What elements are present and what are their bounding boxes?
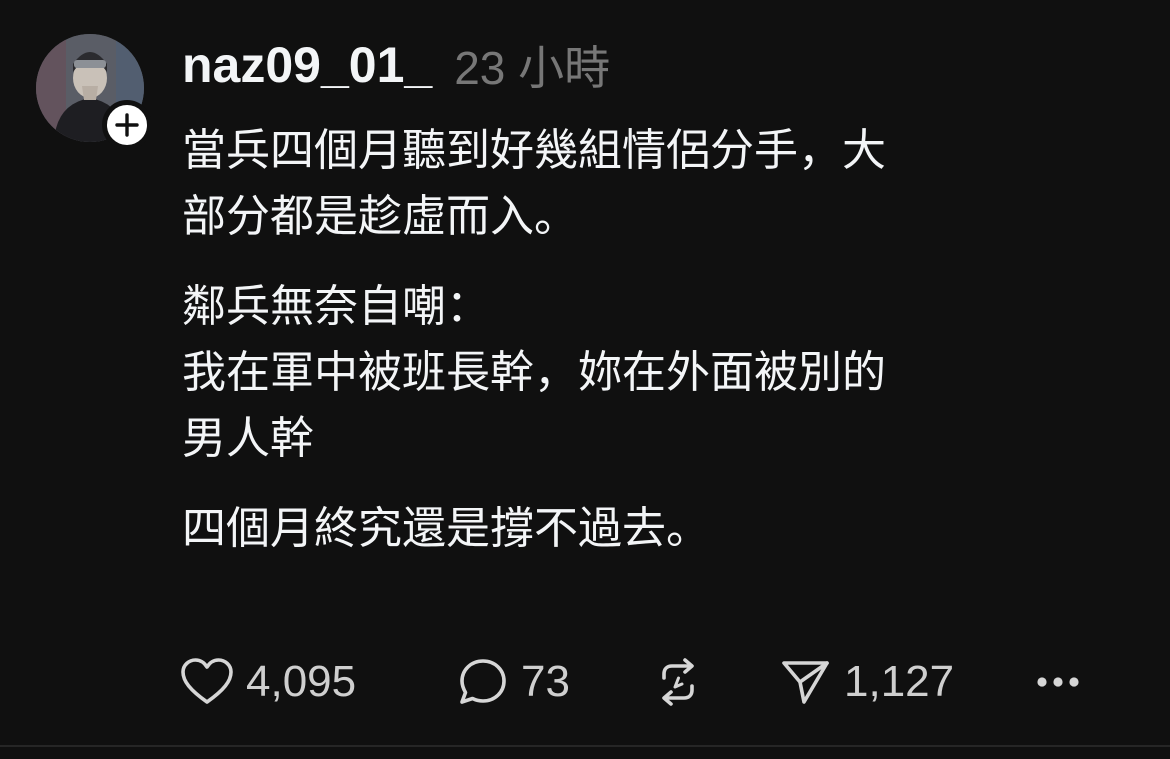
comment-icon: [460, 659, 506, 704]
follow-button[interactable]: [102, 100, 152, 150]
avatar-container[interactable]: [36, 34, 152, 150]
more-icon: [1037, 677, 1079, 687]
post-text-line: 男人幹: [182, 413, 314, 464]
post-timestamp: 23 小時: [454, 42, 611, 94]
username-link[interactable]: naz09_01_: [182, 36, 432, 94]
more-options-button[interactable]: [1035, 652, 1081, 712]
share-icon: [782, 661, 829, 704]
post-text-line: 部分都是趁虛而入。: [182, 191, 578, 242]
post-text-line: 四個月終究還是撐不過去。: [182, 503, 710, 554]
plus-icon: [115, 113, 139, 137]
post-paragraph: 當兵四個月聽到好幾組情侶分手，大 部分都是趁虛而入。: [182, 118, 1142, 250]
comment-button[interactable]: 73: [457, 652, 570, 712]
share-button[interactable]: 1,127: [780, 652, 954, 712]
post-paragraph: 四個月終究還是撐不過去。: [182, 496, 1142, 562]
post-text-line: 鄰兵無奈自嘲：: [182, 281, 490, 332]
like-button[interactable]: 4,095: [180, 652, 356, 712]
post-body: 當兵四個月聽到好幾組情侶分手，大 部分都是趁虛而入。 鄰兵無奈自嘲： 我在軍中被…: [182, 118, 1142, 562]
post-text-line: 我在軍中被班長幹，妳在外面被別的: [182, 347, 886, 398]
repost-button[interactable]: [652, 652, 704, 712]
thread-post: naz09_01_ 23 小時 當兵四個月聽到好幾組情侶分手，大 部分都是趁虛而…: [0, 0, 1170, 759]
post-divider: [0, 745, 1170, 747]
post-text-line: 當兵四個月聽到好幾組情侶分手，大: [182, 125, 886, 176]
action-bar: 4,095 73 1,127: [180, 652, 1100, 712]
post-paragraph: 鄰兵無奈自嘲： 我在軍中被班長幹，妳在外面被別的 男人幹: [182, 274, 1142, 472]
post-header: naz09_01_ 23 小時: [182, 30, 610, 100]
heart-icon: [181, 658, 233, 704]
repost-icon: [662, 658, 694, 706]
like-count: 4,095: [246, 657, 357, 706]
share-count: 1,127: [844, 657, 955, 706]
comment-count: 73: [521, 657, 570, 706]
